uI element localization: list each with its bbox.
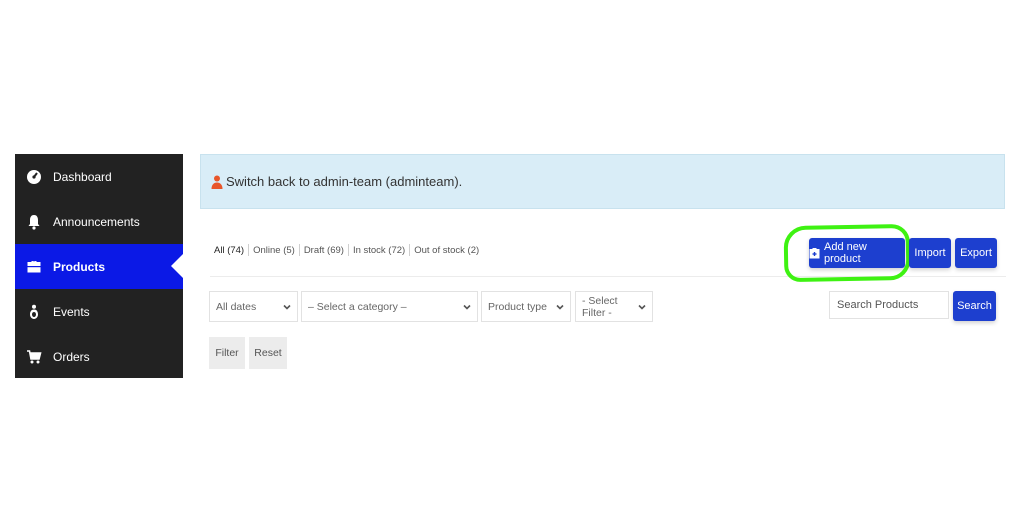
chevron-down-icon: [463, 303, 471, 311]
product-type-select[interactable]: Product type: [481, 291, 571, 322]
category-select-value: – Select a category –: [308, 300, 407, 313]
briefcase-icon: [25, 258, 43, 276]
category-select[interactable]: – Select a category –: [301, 291, 478, 322]
sidebar-item-label: Orders: [53, 349, 90, 364]
chevron-down-icon: [283, 303, 291, 311]
search-button[interactable]: Search: [953, 291, 996, 321]
user-icon: [211, 175, 223, 189]
sidebar-item-orders[interactable]: Orders: [15, 334, 183, 379]
sidebar-item-events[interactable]: Events: [15, 289, 183, 334]
sidebar-item-label: Products: [53, 259, 106, 274]
sidebar-item-dashboard[interactable]: Dashboard: [15, 154, 183, 199]
person-icon: [25, 303, 43, 321]
filter-button[interactable]: Filter: [209, 337, 245, 369]
import-button[interactable]: Import: [909, 238, 951, 268]
dates-select[interactable]: All dates: [209, 291, 298, 322]
sidebar-item-label: Announcements: [53, 214, 140, 229]
switch-user-notice: Switch back to admin-team (adminteam).: [200, 154, 1005, 209]
sidebar-item-label: Events: [53, 304, 90, 319]
filter-select-value: - Select Filter -: [582, 294, 618, 319]
highlight-circle: [783, 223, 911, 283]
sidebar-item-products[interactable]: Products: [15, 244, 183, 289]
product-type-select-value: Product type: [488, 300, 547, 313]
tab-out-of-stock[interactable]: Out of stock (2): [410, 245, 483, 256]
tab-all[interactable]: All (74): [210, 245, 248, 256]
tab-in-stock[interactable]: In stock (72): [349, 245, 409, 256]
sidebar: Dashboard Announcements Products Events …: [15, 154, 183, 378]
filter-select[interactable]: - Select Filter -: [575, 291, 653, 322]
sidebar-item-label: Dashboard: [53, 169, 112, 184]
dashboard-icon: [25, 168, 43, 186]
switch-back-link[interactable]: Switch back to admin-team (adminteam).: [226, 174, 462, 189]
chevron-down-icon: [556, 303, 564, 311]
export-button[interactable]: Export: [955, 238, 997, 268]
bell-icon: [25, 213, 43, 231]
tab-online[interactable]: Online (5): [249, 245, 299, 256]
tab-draft[interactable]: Draft (69): [300, 245, 348, 256]
chevron-down-icon: [638, 303, 646, 311]
reset-button[interactable]: Reset: [249, 337, 287, 369]
cart-icon: [25, 348, 43, 366]
search-products-input[interactable]: [829, 291, 949, 319]
product-status-tabs: All (74) Online (5) Draft (69) In stock …: [210, 244, 483, 256]
sidebar-item-announcements[interactable]: Announcements: [15, 199, 183, 244]
dates-select-value: All dates: [216, 300, 257, 313]
